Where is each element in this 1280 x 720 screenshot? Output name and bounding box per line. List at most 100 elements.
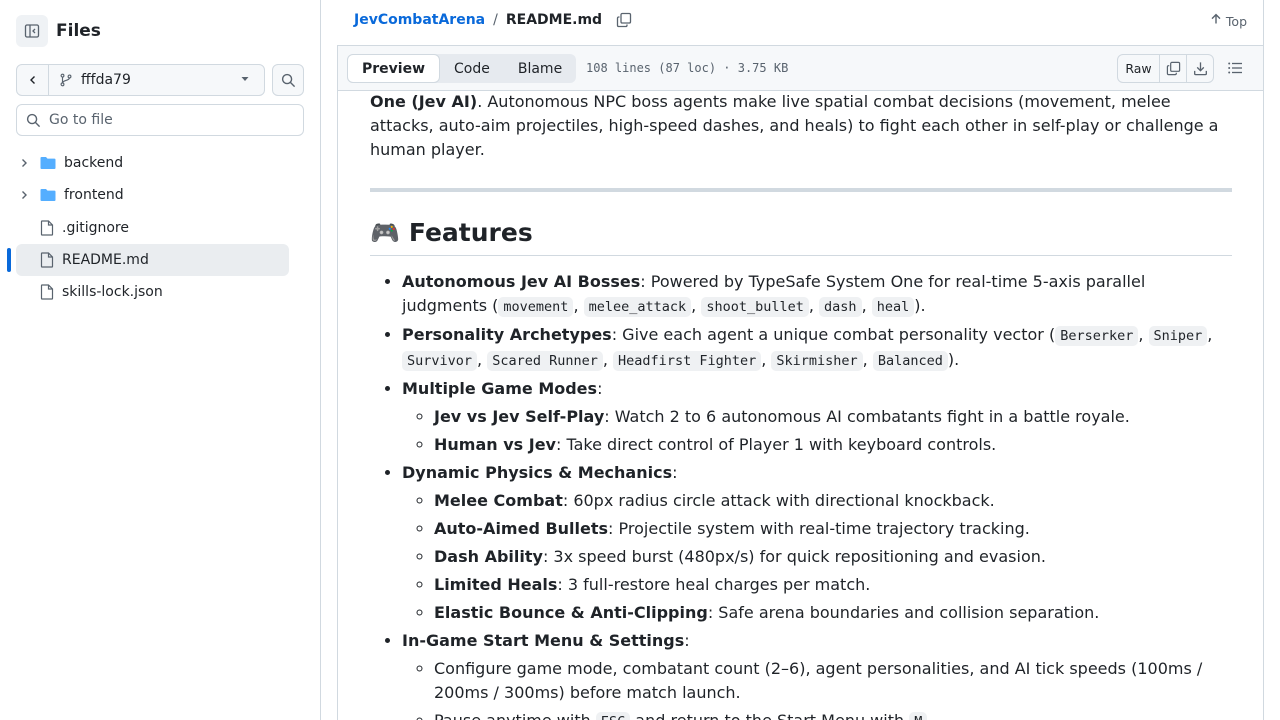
tree-item-backend[interactable]: backend xyxy=(16,147,289,179)
view-mode-tabs: Preview Code Blame xyxy=(347,54,577,83)
inline-code: Survivor xyxy=(402,351,478,371)
tree-item-skills-lock[interactable]: skills-lock.json xyxy=(16,276,289,308)
goto-file-input[interactable] xyxy=(49,112,289,128)
tab-code[interactable]: Code xyxy=(440,54,504,83)
file-icon xyxy=(40,252,54,268)
inline-code: Scared Runner xyxy=(487,351,603,371)
file-tree: backend frontend .gitignore README.md sk… xyxy=(7,147,289,308)
feature-text-end: ). xyxy=(914,296,926,315)
list-item: Pause anytime with ESC and return to the… xyxy=(434,709,1232,720)
list-item: Auto-Aimed Bullets: Projectile system wi… xyxy=(434,517,1232,541)
collapse-sidebar-button[interactable] xyxy=(16,15,48,47)
raw-button[interactable]: Raw xyxy=(1118,55,1159,82)
features-heading: 🎮 Features xyxy=(370,218,1232,256)
inline-code: Sniper xyxy=(1148,326,1208,346)
list-item: Dynamic Physics & Mechanics: Melee Comba… xyxy=(402,461,1232,625)
inline-code: Berserker xyxy=(1055,326,1139,346)
intro-bold: One (Jev AI) xyxy=(370,92,478,111)
sidebar-collapse-icon xyxy=(24,24,40,38)
list-item: Multiple Game Modes: Jev vs Jev Self-Pla… xyxy=(402,377,1232,457)
separator: , xyxy=(1207,325,1213,344)
intro-text: . Autonomous NPC boss agents make live s… xyxy=(370,92,1219,159)
top-link[interactable]: Top xyxy=(1210,13,1247,29)
separator: , xyxy=(477,350,488,369)
colon: : xyxy=(684,631,690,650)
copy-raw-button[interactable] xyxy=(1159,55,1186,82)
separator: , xyxy=(1138,325,1149,344)
chevron-right-icon xyxy=(16,190,32,200)
chevron-left-icon xyxy=(29,76,35,84)
sub-item-text: . xyxy=(927,711,932,720)
feature-title: Dynamic Physics & Mechanics xyxy=(402,463,673,482)
intro-paragraph: One (Jev AI). Autonomous NPC boss agents… xyxy=(370,91,1232,162)
sub-list: Jev vs Jev Self-Play: Watch 2 to 6 auton… xyxy=(402,405,1232,457)
back-button[interactable] xyxy=(17,65,49,95)
sidebar-title: Files xyxy=(56,21,101,41)
branch-row: fffda79 xyxy=(16,64,304,96)
separator: , xyxy=(862,350,873,369)
goto-file-field[interactable] xyxy=(16,104,304,136)
sub-item-text: Configure game mode, combatant count (2–… xyxy=(434,659,1203,702)
separator: , xyxy=(573,296,584,315)
tree-item-label: README.md xyxy=(62,251,149,268)
sub-item-text: : 3 full-restore heal charges per match. xyxy=(557,575,871,594)
game-controller-icon: 🎮 xyxy=(370,219,400,247)
outline-button[interactable] xyxy=(1227,60,1243,76)
sub-item-text: : 60px radius circle attack with directi… xyxy=(562,491,995,510)
breadcrumb-repo-link[interactable]: JevCombatArena xyxy=(354,12,485,28)
breadcrumb-separator: / xyxy=(493,12,498,28)
branch-selector[interactable]: fffda79 xyxy=(49,65,264,95)
feature-text: : Give each agent a unique combat person… xyxy=(611,325,1056,344)
inline-code: Headfirst Fighter xyxy=(613,351,762,371)
sub-item-text: : Safe arena boundaries and collision se… xyxy=(707,603,1100,622)
folder-icon xyxy=(40,156,56,170)
top-label: Top xyxy=(1225,13,1247,29)
inline-code: heal xyxy=(871,297,915,317)
file-meta: 108 lines (87 loc) · 3.75 KB xyxy=(586,61,789,75)
list-item: Personality Archetypes: Give each agent … xyxy=(402,323,1232,373)
list-item: Limited Heals: 3 full-restore heal charg… xyxy=(434,573,1232,597)
inline-code: dash xyxy=(819,297,862,317)
sub-list: Configure game mode, combatant count (2–… xyxy=(402,657,1232,720)
search-button[interactable] xyxy=(272,64,304,96)
feature-title: Multiple Game Modes xyxy=(402,379,598,398)
branch-name: fffda79 xyxy=(81,72,131,88)
sub-item-text: : Take direct control of Player 1 with k… xyxy=(555,435,997,454)
file-header: JevCombatArena / README.md Top xyxy=(337,0,1264,45)
list-item: Melee Combat: 60px radius circle attack … xyxy=(434,489,1232,513)
arrow-up-icon xyxy=(1210,13,1222,29)
inline-code: melee_attack xyxy=(583,297,692,317)
sub-item-text: : Watch 2 to 6 autonomous AI combatants … xyxy=(604,407,1130,426)
separator: , xyxy=(691,296,702,315)
features-list: Autonomous Jev AI Bosses: Powered by Typ… xyxy=(370,270,1232,720)
tree-item-readme[interactable]: README.md xyxy=(7,243,289,276)
tab-preview[interactable]: Preview xyxy=(347,54,441,83)
sub-item-title: Auto-Aimed Bullets xyxy=(434,519,609,538)
inline-code: movement xyxy=(498,297,574,317)
readme-content: One (Jev AI). Autonomous NPC boss agents… xyxy=(337,91,1264,720)
file-actions: Raw xyxy=(1117,54,1214,83)
tree-item-label: skills-lock.json xyxy=(62,284,163,301)
copy-icon xyxy=(616,12,632,28)
separator: , xyxy=(602,350,614,369)
sub-item-text: and return to the Start Menu with xyxy=(630,711,909,720)
download-button[interactable] xyxy=(1186,55,1213,82)
separator: , xyxy=(808,296,820,315)
file-icon xyxy=(40,284,54,300)
sub-item-title: Melee Combat xyxy=(434,491,563,510)
sub-item-title: Dash Ability xyxy=(434,547,543,566)
tree-item-gitignore[interactable]: .gitignore xyxy=(16,212,289,244)
inline-code: shoot_bullet xyxy=(701,297,809,317)
list-item: In-Game Start Menu & Settings: Configure… xyxy=(402,629,1232,720)
file-sidebar: Files fffda79 backend fr xyxy=(0,0,321,720)
tree-item-label: frontend xyxy=(64,187,124,204)
feature-title: In-Game Start Menu & Settings xyxy=(402,631,685,650)
horizontal-rule xyxy=(370,188,1232,192)
sub-item-title: Elastic Bounce & Anti-Clipping xyxy=(434,603,708,622)
tab-blame[interactable]: Blame xyxy=(504,54,576,83)
tree-item-frontend[interactable]: frontend xyxy=(16,179,289,211)
feature-title: Autonomous Jev AI Bosses xyxy=(402,272,641,291)
copy-icon xyxy=(1166,61,1180,76)
copy-path-button[interactable] xyxy=(616,12,632,28)
breadcrumb-file: README.md xyxy=(505,12,603,28)
